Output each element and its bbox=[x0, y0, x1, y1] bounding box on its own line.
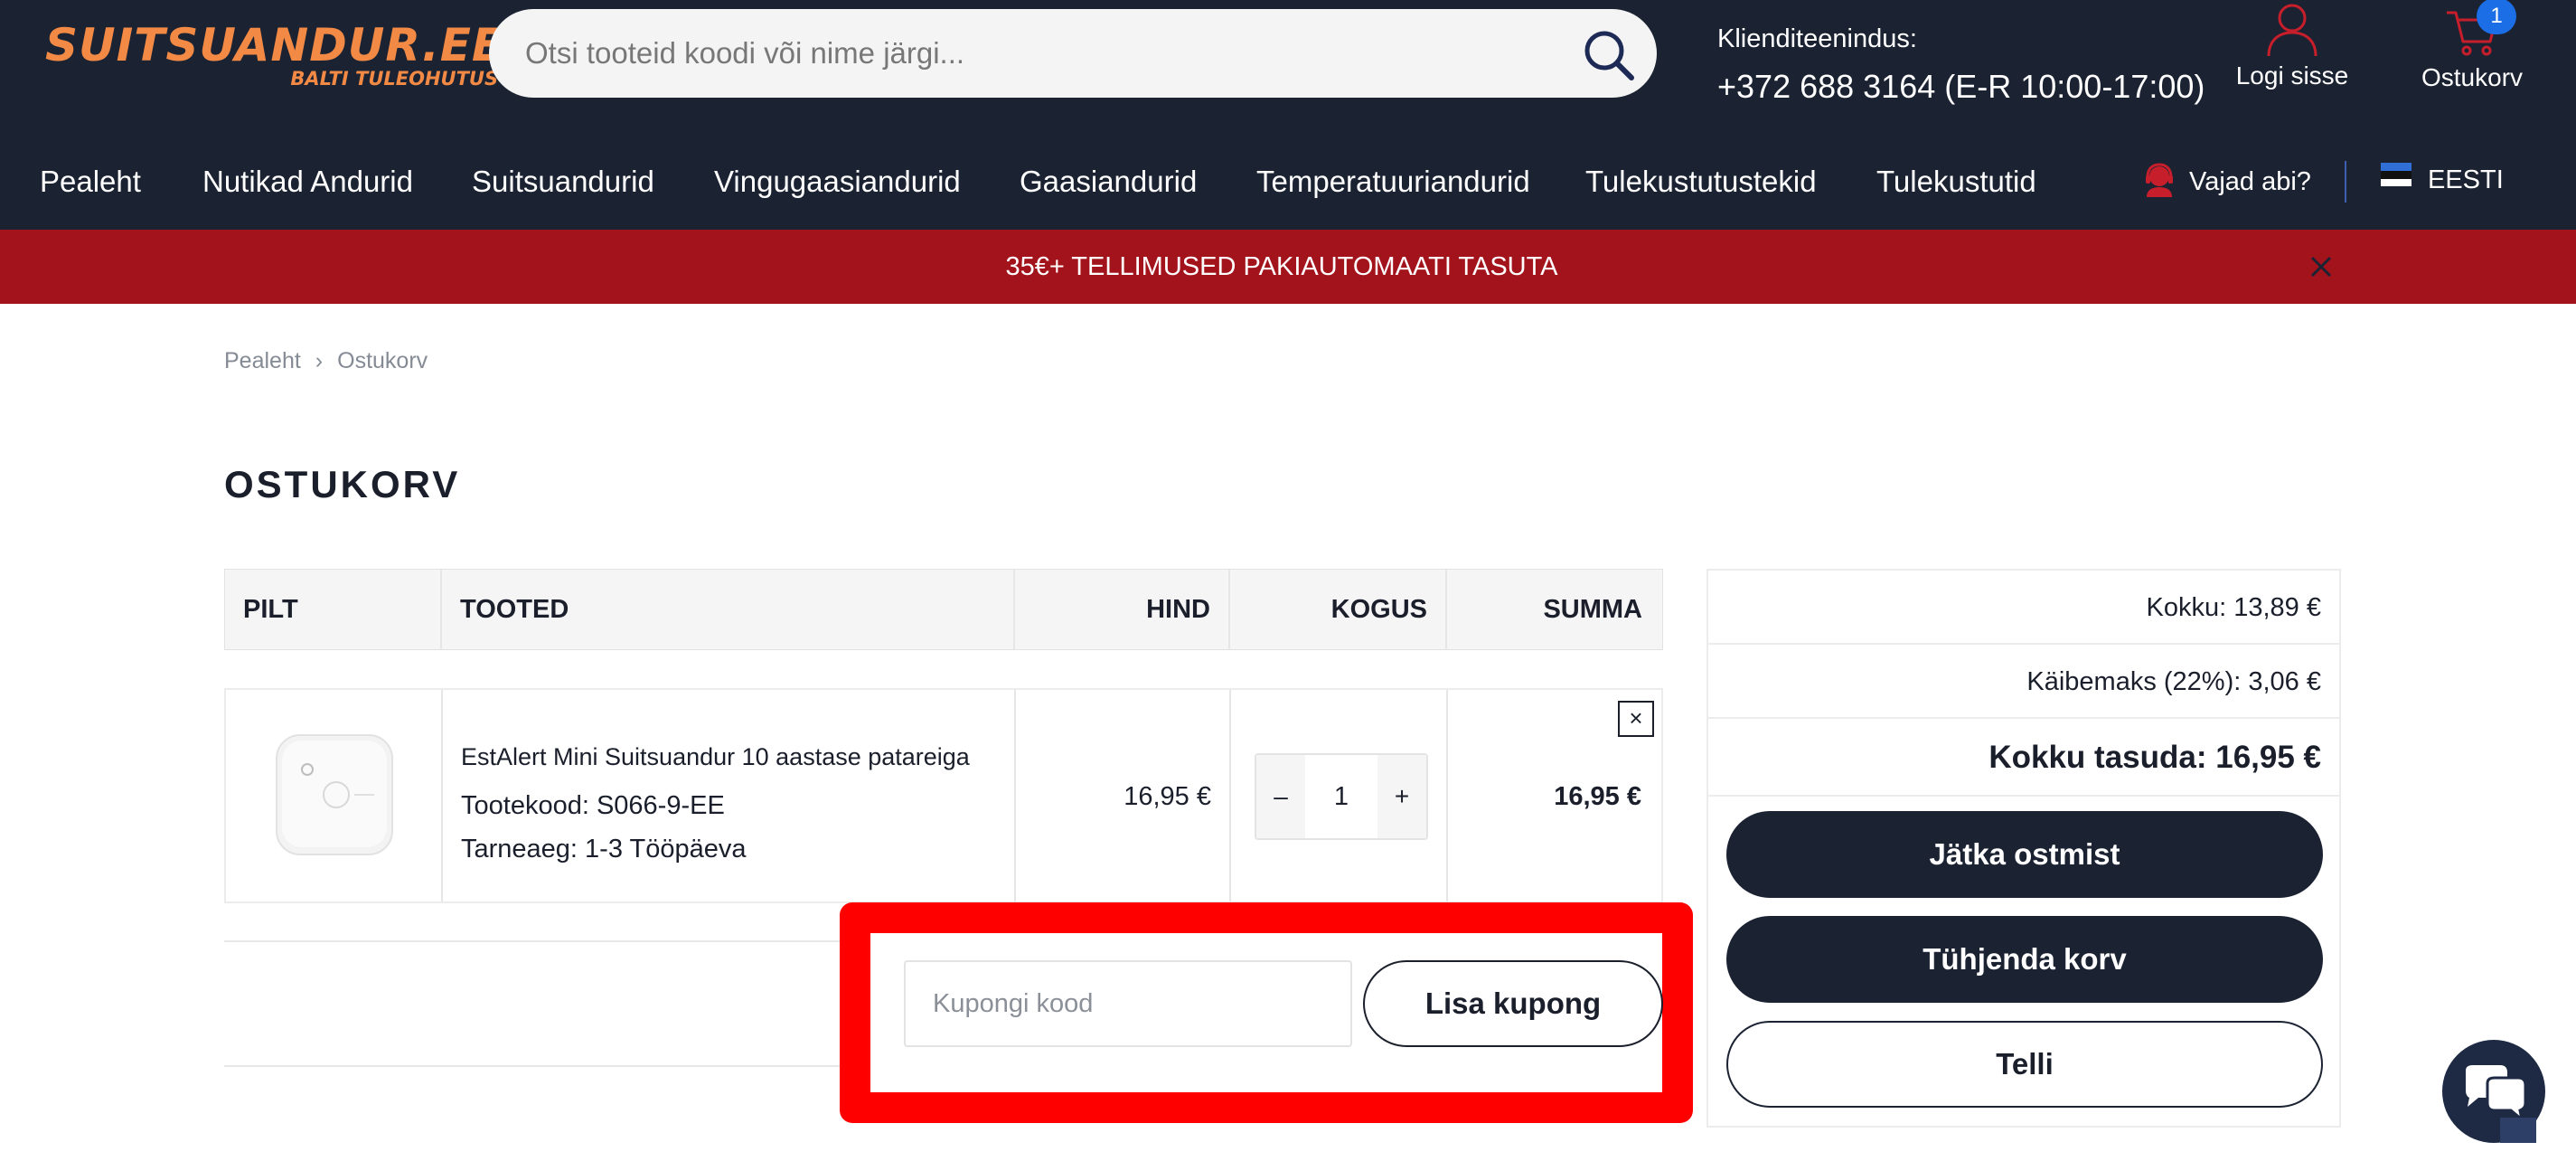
remove-item-button[interactable]: × bbox=[1618, 701, 1654, 737]
help-label: Vajad abi? bbox=[2189, 167, 2311, 196]
nav-item-tulekustutid[interactable]: Tulekustutid bbox=[1876, 163, 2036, 201]
continue-shopping-button[interactable]: Jätka ostmist bbox=[1726, 811, 2323, 898]
nav-divider bbox=[2345, 161, 2346, 203]
search-input[interactable] bbox=[525, 9, 1565, 98]
cart-count-badge: 1 bbox=[2477, 0, 2516, 34]
column-header-quantity: KOGUS bbox=[1330, 595, 1427, 624]
coupon-code-input[interactable] bbox=[904, 960, 1352, 1047]
summary-subtotal: Kokku: 13,89 € bbox=[2146, 593, 2321, 622]
close-icon[interactable] bbox=[2301, 247, 2341, 287]
summary-total-row: Kokku tasuda: 16,95 € bbox=[1708, 719, 2339, 797]
product-price: 16,95 € bbox=[1123, 782, 1211, 811]
breadcrumb-current: Ostukorv bbox=[337, 348, 428, 373]
quantity-decrease-button[interactable]: – bbox=[1256, 755, 1305, 838]
summary-vat: Käibemaks (22%): 3,06 € bbox=[2026, 667, 2321, 696]
nav-item-gaasiandurid[interactable]: Gaasiandurid bbox=[1020, 163, 1197, 201]
customer-service-phone[interactable]: +372 688 3164 (E-R 10:00-17:00) bbox=[1717, 63, 2205, 110]
language-selector[interactable]: EESTI bbox=[2381, 159, 2504, 201]
column-header-price: HIND bbox=[1146, 595, 1210, 624]
promo-bar: 35€+ TELLIMUSED PAKIAUTOMAATI TASUTA bbox=[0, 230, 2576, 304]
quantity-stepper: – + bbox=[1255, 753, 1428, 840]
nav-item-nutikad-andurid[interactable]: Nutikad Andurid bbox=[202, 163, 413, 201]
chevron-right-icon: › bbox=[315, 348, 324, 373]
column-header-product: TOOTED bbox=[460, 595, 569, 624]
login-link[interactable]: Logi sisse bbox=[2229, 0, 2355, 99]
logo-tagline: BALTI TULEOHUTUS bbox=[290, 68, 499, 90]
nav-item-pealeht[interactable]: Pealeht bbox=[40, 163, 141, 201]
product-name[interactable]: EstAlert Mini Suitsuandur 10 aastase pat… bbox=[461, 741, 970, 773]
promo-text: 35€+ TELLIMUSED PAKIAUTOMAATI TASUTA bbox=[1005, 252, 1558, 281]
column-divider bbox=[1014, 690, 1016, 901]
summary-total: Kokku tasuda: 16,95 € bbox=[1988, 740, 2321, 775]
column-divider bbox=[1228, 570, 1230, 649]
language-label: EESTI bbox=[2428, 165, 2504, 194]
estonia-flag-icon bbox=[2381, 163, 2411, 187]
add-coupon-button[interactable]: Lisa kupong bbox=[1363, 960, 1663, 1047]
order-summary: Kokku: 13,89 € Käibemaks (22%): 3,06 € K… bbox=[1706, 569, 2341, 1128]
row-total: 16,95 € bbox=[1554, 782, 1641, 811]
nav-item-tulekustutustekid[interactable]: Tulekustutustekid bbox=[1585, 163, 1817, 201]
product-code: Tootekood: S066-9-EE bbox=[461, 791, 725, 820]
breadcrumb-home[interactable]: Pealeht bbox=[224, 348, 301, 373]
help-link[interactable]: Vajad abi? bbox=[2144, 159, 2311, 204]
page-title: OSTUKORV bbox=[224, 463, 461, 505]
column-header-image: PILT bbox=[243, 595, 298, 624]
nav-item-vingugaasiandurid[interactable]: Vingugaasiandurid bbox=[714, 163, 961, 201]
cart-table-header: PILT TOOTED HIND KOGUS SUMMA bbox=[224, 569, 1663, 650]
search-bar bbox=[489, 9, 1657, 98]
column-divider bbox=[1229, 690, 1231, 901]
customer-service: Klienditeenindus: +372 688 3164 (E-R 10:… bbox=[1717, 22, 2205, 110]
column-divider bbox=[441, 690, 443, 901]
table-row: EstAlert Mini Suitsuandur 10 aastase pat… bbox=[224, 688, 1663, 903]
breadcrumb: Pealeht › Ostukorv bbox=[224, 345, 428, 376]
site-logo[interactable]: SUITSUANDUR.EE BALTI TULEOHUTUS bbox=[45, 20, 503, 89]
user-icon bbox=[2267, 4, 2317, 57]
product-delivery-time: Tarneaeg: 1-3 Tööpäeva bbox=[461, 835, 747, 864]
cart-link[interactable]: 1 Ostukorv bbox=[2413, 0, 2531, 99]
quantity-increase-button[interactable]: + bbox=[1377, 755, 1426, 838]
empty-cart-button[interactable]: Tühjenda korv bbox=[1726, 916, 2323, 1003]
login-label: Logi sisse bbox=[2235, 61, 2349, 90]
column-divider bbox=[1013, 570, 1015, 649]
support-agent-icon bbox=[2146, 163, 2173, 198]
chat-bubble-icon bbox=[2466, 1065, 2527, 1121]
search-icon[interactable] bbox=[1581, 27, 1637, 83]
product-image[interactable] bbox=[273, 730, 396, 860]
customer-service-label: Klienditeenindus: bbox=[1717, 24, 1917, 53]
column-divider bbox=[1446, 690, 1448, 901]
column-divider bbox=[440, 570, 442, 649]
nav-item-suitsuandurid[interactable]: Suitsuandurid bbox=[472, 163, 654, 201]
cart-label: Ostukorv bbox=[2421, 63, 2524, 91]
chat-widget-tab bbox=[2500, 1118, 2536, 1143]
summary-vat-row: Käibemaks (22%): 3,06 € bbox=[1708, 645, 2339, 719]
logo-title: SUITSUANDUR.EE bbox=[45, 19, 504, 71]
column-divider bbox=[1445, 570, 1447, 649]
column-header-total: SUMMA bbox=[1543, 595, 1642, 624]
quantity-input[interactable] bbox=[1305, 755, 1377, 838]
summary-subtotal-row: Kokku: 13,89 € bbox=[1708, 571, 2339, 645]
checkout-button[interactable]: Telli bbox=[1726, 1021, 2323, 1108]
nav-item-temperatuuriandurid[interactable]: Temperatuuriandurid bbox=[1256, 163, 1530, 201]
